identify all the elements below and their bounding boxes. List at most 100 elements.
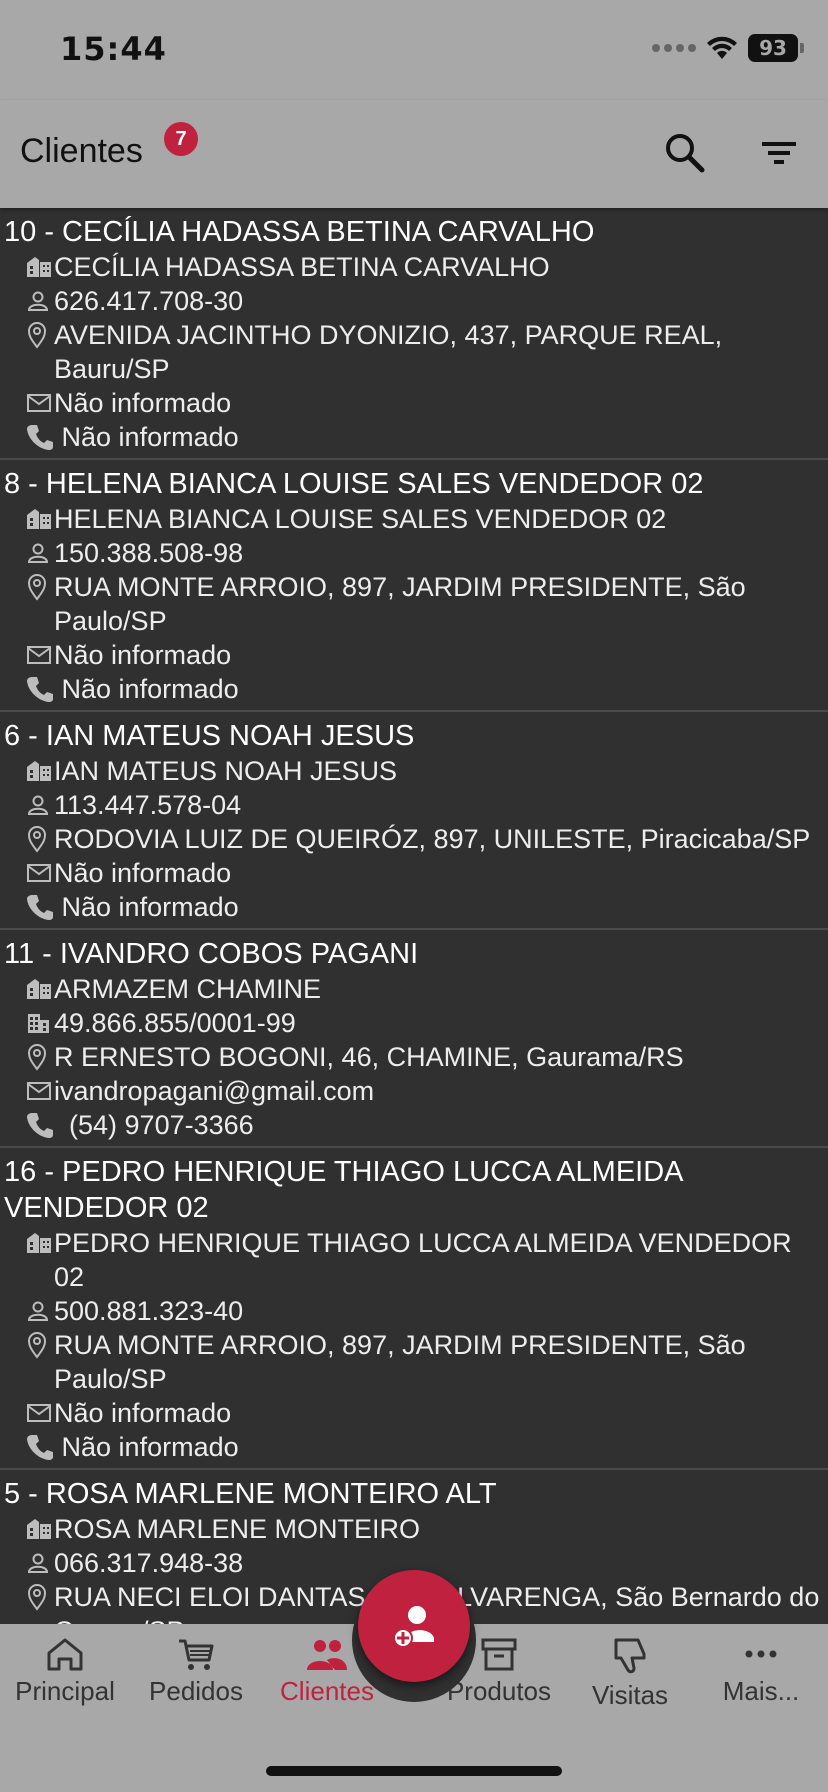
- client-email: ivandropagani@gmail.com: [54, 1076, 375, 1106]
- client-company: CECÍLIA HADASSA BETINA CARVALHO: [54, 252, 550, 282]
- client-phone-row: Não informado: [0, 672, 828, 706]
- client-document-row: 49.866.855/0001-99: [0, 1006, 828, 1040]
- nav-label-mais: Mais...: [722, 1676, 800, 1706]
- location-pin-icon: [26, 822, 54, 856]
- client-title: 5 - ROSA MARLENE MONTEIRO ALT: [4, 1478, 497, 1510]
- status-bar: 15:44 93: [0, 0, 828, 100]
- client-phone: (54) 9707-3366: [54, 1110, 254, 1140]
- client-phone: Não informado: [54, 674, 239, 704]
- client-document-row: 626.417.708-30: [0, 284, 828, 318]
- location-pin-icon: [26, 570, 54, 604]
- client-company: PEDRO HENRIQUE THIAGO LUCCA ALMEIDA VEND…: [54, 1228, 800, 1292]
- client-company-row: ARMAZEM CHAMINE: [0, 972, 828, 1006]
- mail-icon: [26, 638, 54, 672]
- client-company-row: PEDRO HENRIQUE THIAGO LUCCA ALMEIDA VEND…: [0, 1226, 828, 1294]
- people-icon: [307, 1640, 347, 1670]
- client-document: 49.866.855/0001-99: [54, 1008, 296, 1038]
- nav-visitas[interactable]: Visitas: [565, 1636, 695, 1711]
- app-header: Clientes 7: [0, 100, 828, 208]
- client-phone: Não informado: [54, 892, 239, 922]
- client-company: HELENA BIANCA LOUISE SALES VENDEDOR 02: [54, 504, 667, 534]
- nav-label-produtos: Produtos: [446, 1676, 552, 1706]
- search-button[interactable]: [660, 128, 710, 178]
- nav-principal[interactable]: Principal: [0, 1636, 130, 1707]
- add-person-icon: [393, 1606, 434, 1648]
- phone-icon: [26, 1108, 54, 1142]
- client-company-row: CECÍLIA HADASSA BETINA CARVALHO: [0, 250, 828, 284]
- client-email-row: Não informado: [0, 1396, 828, 1430]
- nav-label-principal: Principal: [15, 1676, 115, 1706]
- location-pin-icon: [26, 1580, 54, 1614]
- count-badge: 7: [164, 122, 198, 156]
- client-card[interactable]: 6 - IAN MATEUS NOAH JESUS IAN MATEUS NOAH…: [0, 712, 828, 930]
- client-company-row: HELENA BIANCA LOUISE SALES VENDEDOR 02: [0, 502, 828, 536]
- client-title: 10 - CECÍLIA HADASSA BETINA CARVALHO: [4, 216, 595, 248]
- client-email: Não informado: [54, 388, 232, 418]
- client-phone-row: Não informado: [0, 420, 828, 454]
- phone-icon: [26, 1430, 54, 1464]
- filter-icon: [762, 142, 796, 164]
- phone-icon: [26, 890, 54, 924]
- client-address-row: R ERNESTO BOGONI, 46, CHAMINE, Gaurama/R…: [0, 1040, 828, 1074]
- client-address-row: RUA MONTE ARROIO, 897, JARDIM PRESIDENTE…: [0, 570, 828, 638]
- person-icon: [26, 788, 54, 822]
- client-email-row: ivandropagani@gmail.com: [0, 1074, 828, 1108]
- filter-button[interactable]: [754, 128, 804, 178]
- more-icon: [745, 1650, 777, 1658]
- company-icon: [26, 502, 54, 536]
- client-document-row: 150.388.508-98: [0, 536, 828, 570]
- client-address: RUA MONTE ARROIO, 897, JARDIM PRESIDENTE…: [54, 1330, 754, 1394]
- nav-label-pedidos: Pedidos: [149, 1676, 243, 1706]
- client-document: 066.317.948-38: [54, 1548, 244, 1578]
- client-company-row: IAN MATEUS NOAH JESUS: [0, 754, 828, 788]
- company-icon: [26, 972, 54, 1006]
- client-email-row: Não informado: [0, 386, 828, 420]
- archive-icon: [481, 1638, 517, 1671]
- status-time: 15:44: [60, 30, 167, 68]
- phone-icon: [26, 672, 54, 706]
- client-email: Não informado: [54, 640, 232, 670]
- client-card[interactable]: 11 - IVANDRO COBOS PAGANI ARMAZEM CHAMINE…: [0, 930, 828, 1148]
- client-company-row: ROSA MARLENE MONTEIRO: [0, 1512, 828, 1546]
- nav-pedidos[interactable]: Pedidos: [131, 1636, 261, 1707]
- client-document-row: 113.447.578-04: [0, 788, 828, 822]
- location-pin-icon: [26, 1328, 54, 1362]
- cellular-signal-icon: [652, 44, 696, 52]
- client-phone: Não informado: [54, 1432, 239, 1462]
- building-icon: [26, 1006, 54, 1040]
- client-phone-row: Não informado: [0, 890, 828, 924]
- battery-indicator: 93: [748, 34, 804, 62]
- page-title: Clientes: [20, 132, 143, 170]
- thumbs-down-icon: [614, 1638, 646, 1674]
- client-address: RODOVIA LUIZ DE QUEIRÓZ, 897, UNILESTE, …: [54, 824, 811, 854]
- client-address-row: RODOVIA LUIZ DE QUEIRÓZ, 897, UNILESTE, …: [0, 822, 828, 856]
- client-title: 16 - PEDRO HENRIQUE THIAGO LUCCA ALMEIDA…: [4, 1156, 682, 1224]
- client-address: RUA MONTE ARROIO, 897, JARDIM PRESIDENTE…: [54, 572, 754, 636]
- client-card[interactable]: 10 - CECÍLIA HADASSA BETINA CARVALHO CECÍ…: [0, 208, 828, 460]
- add-client-button[interactable]: [358, 1570, 470, 1682]
- client-card[interactable]: 16 - PEDRO HENRIQUE THIAGO LUCCA ALMEIDA…: [0, 1148, 828, 1470]
- company-icon: [26, 1226, 54, 1260]
- client-company: IAN MATEUS NOAH JESUS: [54, 756, 398, 786]
- client-address-row: RUA MONTE ARROIO, 897, JARDIM PRESIDENTE…: [0, 1328, 828, 1396]
- nav-label-clientes: Clientes: [280, 1676, 374, 1706]
- company-icon: [26, 250, 54, 284]
- client-document: 150.388.508-98: [54, 538, 244, 568]
- mail-icon: [26, 856, 54, 890]
- location-pin-icon: [26, 318, 54, 352]
- client-address: AVENIDA JACINTHO DYONIZIO, 437, PARQUE R…: [54, 320, 730, 384]
- client-address: R ERNESTO BOGONI, 46, CHAMINE, Gaurama/R…: [54, 1042, 684, 1072]
- client-card[interactable]: 8 - HELENA BIANCA LOUISE SALES VENDEDOR …: [0, 460, 828, 712]
- mail-icon: [26, 1396, 54, 1430]
- client-list[interactable]: 10 - CECÍLIA HADASSA BETINA CARVALHO CECÍ…: [0, 208, 828, 1624]
- person-icon: [26, 1546, 54, 1580]
- nav-mais[interactable]: Mais...: [696, 1636, 826, 1707]
- client-title: 11 - IVANDRO COBOS PAGANI: [4, 938, 419, 970]
- client-document: 626.417.708-30: [54, 286, 244, 316]
- nav-label-visitas: Visitas: [591, 1680, 669, 1710]
- client-address-row: AVENIDA JACINTHO DYONIZIO, 437, PARQUE R…: [0, 318, 828, 386]
- client-email: Não informado: [54, 858, 232, 888]
- company-icon: [26, 754, 54, 788]
- search-icon: [666, 134, 705, 173]
- client-document-row: 500.881.323-40: [0, 1294, 828, 1328]
